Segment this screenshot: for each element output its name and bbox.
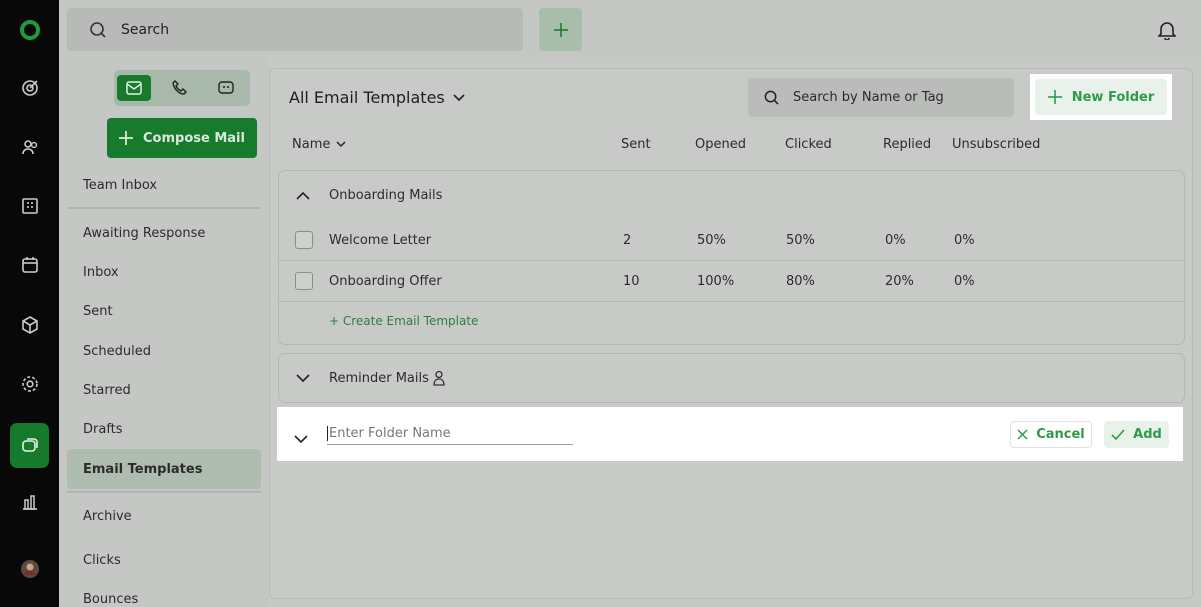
app-rail [0, 0, 59, 607]
template-replied: 20% [885, 273, 914, 289]
column-header-replied[interactable]: Replied [883, 137, 931, 152]
mail-channel-tab[interactable] [117, 75, 151, 101]
templates-panel: All Email Templates Search by Name or Ta… [269, 68, 1193, 599]
page-title: All Email Templates [289, 88, 445, 107]
create-email-template-link[interactable]: + Create Email Template [329, 314, 478, 328]
chart-icon[interactable] [10, 482, 49, 521]
template-name[interactable]: Welcome Letter [329, 219, 431, 261]
column-header-opened[interactable]: Opened [695, 137, 746, 152]
folder-header[interactable]: Onboarding Mails [279, 171, 1184, 219]
global-search[interactable]: Search [67, 8, 523, 51]
templates-filter-dropdown[interactable]: All Email Templates [289, 88, 465, 107]
nav-divider [67, 491, 261, 493]
chevron-up-icon[interactable] [296, 171, 310, 219]
nav-email-templates[interactable]: Email Templates [67, 449, 261, 489]
chevron-down-icon [336, 141, 346, 148]
nav-divider [67, 207, 261, 209]
nav-team-inbox[interactable]: Team Inbox [67, 165, 261, 205]
folder-name: Onboarding Mails [329, 187, 443, 203]
notifications-button[interactable] [1157, 20, 1177, 44]
mail-icon [126, 81, 142, 95]
phone-icon [172, 80, 187, 95]
template-search-placeholder: Search by Name or Tag [793, 90, 944, 105]
folder-onboarding: Onboarding Mails Welcome Letter 2 50% 50… [278, 170, 1185, 345]
compose-mail-button[interactable]: Compose Mail [107, 118, 257, 158]
template-opened: 100% [697, 273, 735, 289]
row-divider [279, 301, 1184, 302]
contacts-icon[interactable] [10, 127, 49, 166]
template-clicked: 80% [786, 273, 815, 289]
template-search-input[interactable]: Search by Name or Tag [748, 78, 1014, 117]
plus-icon [119, 131, 134, 145]
folder-name-input[interactable]: Enter Folder Name [327, 422, 573, 445]
person-icon [433, 354, 445, 402]
template-clicked: 50% [786, 232, 815, 248]
logo-icon[interactable] [10, 10, 49, 49]
nav-awaiting-response[interactable]: Awaiting Response [67, 213, 261, 253]
plus-icon [553, 22, 568, 37]
column-header-unsubscribed[interactable]: Unsubscribed [952, 137, 1040, 152]
template-sent: 2 [623, 232, 632, 248]
template-name[interactable]: Onboarding Offer [329, 261, 442, 301]
folder-name-placeholder: Enter Folder Name [329, 425, 451, 441]
text-caret [327, 425, 328, 441]
new-folder-button[interactable]: New Folder [1035, 79, 1167, 115]
cancel-button[interactable]: Cancel [1010, 421, 1092, 448]
quick-add-button[interactable] [539, 8, 582, 51]
row-checkbox[interactable] [295, 272, 313, 290]
nav-archive[interactable]: Archive [67, 496, 261, 536]
phone-channel-tab[interactable] [163, 75, 197, 101]
add-label: Add [1133, 427, 1162, 442]
new-folder-label: New Folder [1071, 89, 1155, 105]
search-icon [90, 21, 106, 38]
column-header-sent[interactable]: Sent [621, 137, 651, 152]
target-icon[interactable] [10, 68, 49, 107]
check-icon [1111, 429, 1125, 440]
channel-switcher [114, 70, 250, 106]
bell-icon [1157, 22, 1177, 41]
folder-header[interactable]: Reminder Mails [279, 354, 1184, 402]
nav-clicks[interactable]: Clicks [67, 540, 261, 580]
calendar-icon[interactable] [10, 245, 49, 284]
nav-bounces[interactable]: Bounces [67, 579, 261, 607]
column-header-name: Name [292, 137, 331, 152]
compose-mail-label: Compose Mail [143, 130, 245, 146]
gear-icon[interactable] [10, 364, 49, 403]
nav-scheduled[interactable]: Scheduled [67, 331, 261, 371]
row-checkbox[interactable] [295, 231, 313, 249]
chevron-down-icon [453, 93, 465, 101]
column-name-sort[interactable]: Name [292, 137, 346, 152]
plus-icon [1047, 90, 1062, 104]
nav-starred[interactable]: Starred [67, 370, 261, 410]
nav-sent[interactable]: Sent [67, 291, 261, 331]
folder-name: Reminder Mails [329, 370, 429, 386]
chevron-down-icon[interactable] [296, 354, 310, 402]
avatar[interactable] [10, 549, 49, 588]
nav-inbox[interactable]: Inbox [67, 252, 261, 292]
chevron-down-icon[interactable] [294, 429, 308, 448]
box-icon[interactable] [10, 305, 49, 344]
nav-drafts[interactable]: Drafts [67, 409, 261, 449]
top-bar: Search [59, 0, 1201, 58]
template-opened: 50% [697, 232, 726, 248]
search-icon [764, 90, 779, 105]
chat-icon[interactable] [10, 423, 49, 468]
building-icon[interactable] [10, 186, 49, 225]
chat-bot-icon [218, 81, 234, 94]
template-unsubscribed: 0% [954, 273, 975, 289]
global-search-label: Search [121, 21, 170, 38]
mail-sidebar: Compose Mail Team Inbox Awaiting Respons… [59, 58, 268, 607]
template-replied: 0% [885, 232, 906, 248]
close-icon [1017, 429, 1028, 440]
cancel-label: Cancel [1036, 427, 1085, 442]
chat-channel-tab[interactable] [209, 75, 243, 101]
table-row[interactable]: Onboarding Offer 10 100% 80% 20% 0% [279, 261, 1184, 301]
table-row[interactable]: Welcome Letter 2 50% 50% 0% 0% [279, 219, 1184, 261]
folder-reminder[interactable]: Reminder Mails [278, 353, 1185, 403]
column-header-clicked[interactable]: Clicked [785, 137, 832, 152]
add-button[interactable]: Add [1104, 421, 1169, 448]
template-sent: 10 [623, 273, 640, 289]
template-unsubscribed: 0% [954, 232, 975, 248]
